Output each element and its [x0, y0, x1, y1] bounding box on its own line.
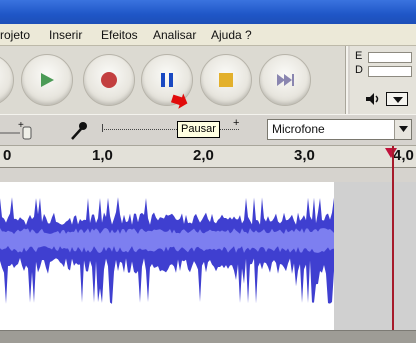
menu-inserir[interactable]: Inserir: [49, 28, 82, 42]
output-volume-slider[interactable]: +: [0, 119, 44, 141]
track-header-gap: [0, 168, 416, 182]
waveform-envelope: [0, 197, 334, 304]
meter-label-d: D: [355, 64, 363, 76]
menu-efeitos[interactable]: Efeitos: [101, 28, 138, 42]
red-arrow-icon: [170, 93, 188, 109]
microphone-icon: [71, 122, 87, 140]
input-source-value: Microfone: [272, 122, 325, 136]
menu-bar: rojeto Inserir Efeitos Analisar Ajuda ?: [0, 24, 416, 46]
timeline-ruler: 0 1,0 2,0 3,0 4,0: [0, 146, 416, 168]
menu-ajuda[interactable]: Ajuda ?: [211, 28, 252, 42]
track-scrollbar[interactable]: [0, 330, 416, 343]
meter-bar-d: [368, 66, 412, 77]
stop-icon: [219, 73, 233, 87]
meter-bar-e: [368, 52, 412, 63]
ruler-tick-label: 1,0: [92, 147, 113, 164]
chevron-down-icon: [399, 126, 408, 132]
audio-track[interactable]: [0, 182, 416, 330]
pause-icon: [161, 73, 173, 87]
meter-dropdown-button[interactable]: [386, 92, 408, 106]
menu-projeto[interactable]: rojeto: [0, 28, 30, 42]
chevron-down-icon: [393, 97, 403, 103]
skip-end-icon: [277, 74, 294, 86]
toolbar-divider: [345, 46, 348, 114]
skip-end-button[interactable]: [259, 54, 311, 106]
playhead-marker-icon[interactable]: [384, 147, 398, 159]
ruler-tick-label: 3,0: [294, 147, 315, 164]
play-icon: [41, 73, 54, 87]
input-volume-plus: +: [233, 117, 240, 129]
input-source-dropdown[interactable]: [394, 120, 411, 139]
play-button[interactable]: [21, 54, 73, 106]
record-icon: [101, 72, 117, 88]
stop-button[interactable]: [200, 54, 252, 106]
menu-analisar[interactable]: Analisar: [153, 28, 196, 42]
track-empty-area[interactable]: [334, 182, 416, 330]
speaker-icon[interactable]: [364, 91, 382, 107]
meter-label-e: E: [355, 50, 363, 62]
ruler-tick-label: 2,0: [193, 147, 214, 164]
playhead-line: [392, 146, 394, 330]
pause-tooltip: Pausar: [177, 121, 220, 138]
audacity-window: rojeto Inserir Efeitos Analisar Ajuda ?: [0, 0, 416, 343]
rewind-button[interactable]: [0, 54, 14, 106]
title-bar: [0, 0, 416, 24]
audio-waveform: [0, 197, 334, 304]
record-button[interactable]: [83, 54, 135, 106]
ruler-tick-label: 0: [3, 147, 12, 164]
input-source-select[interactable]: Microfone: [267, 119, 412, 140]
level-meter: E D: [350, 46, 416, 114]
